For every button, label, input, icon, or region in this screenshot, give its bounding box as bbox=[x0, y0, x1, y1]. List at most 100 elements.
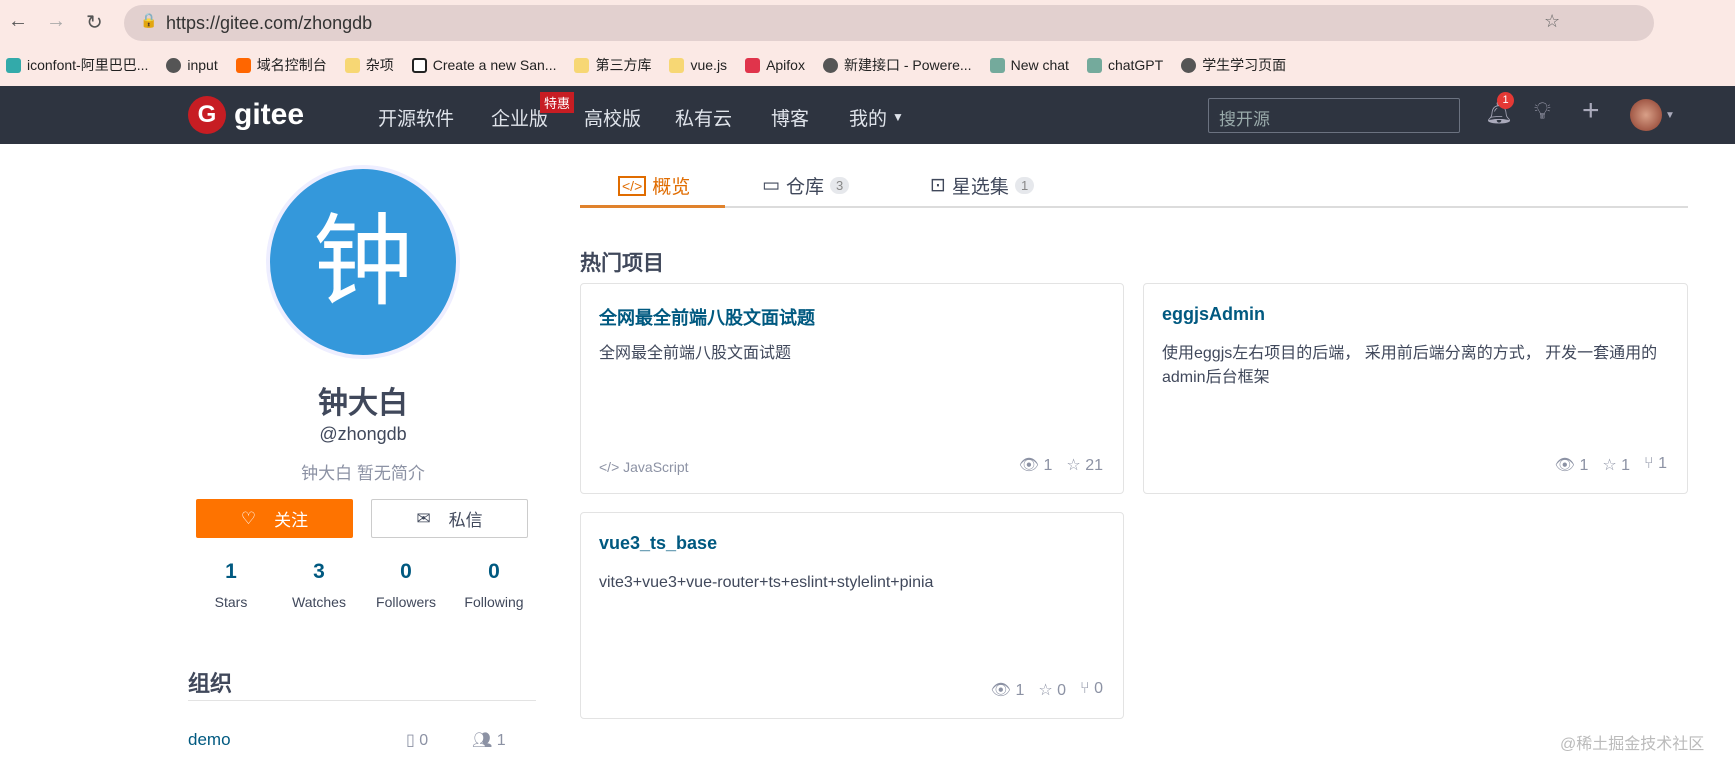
stat-label: Stars bbox=[214, 594, 248, 610]
lightbulb-icon[interactable]: 💡︎ bbox=[1534, 98, 1551, 126]
stat-watches[interactable]: 3 Watches bbox=[274, 560, 364, 610]
lock-icon: 🔒 bbox=[140, 12, 158, 28]
bookmark-label: iconfont-阿里巴巴... bbox=[27, 57, 149, 73]
follow-button[interactable]: ♡ 关注 bbox=[196, 499, 353, 538]
bookmark[interactable]: 域名控制台 bbox=[235, 55, 327, 75]
bookmark-label: 第三方库 bbox=[595, 57, 652, 73]
language-label: JavaScript bbox=[623, 459, 689, 475]
tab-collections[interactable]: ⊡ 星选集 1 bbox=[930, 172, 1035, 199]
bookmark[interactable]: iconfont-阿里巴巴... bbox=[6, 55, 148, 75]
tab-label: 仓库 bbox=[785, 177, 824, 198]
chevron-down-icon: ▼ bbox=[1665, 110, 1675, 121]
stat-value: 0 bbox=[488, 560, 500, 583]
gitee-logo-icon: G bbox=[188, 96, 226, 134]
project-title[interactable]: 全网最全前端八股文面试题 bbox=[599, 304, 815, 330]
bookmark-label: vue.js bbox=[690, 57, 728, 73]
profile-avatar: 钟 bbox=[266, 165, 460, 359]
tab-repos[interactable]: ▭ 仓库 3 bbox=[762, 172, 850, 199]
folder-icon bbox=[574, 57, 590, 73]
apifox-icon bbox=[745, 57, 761, 73]
divider bbox=[188, 700, 536, 701]
url-text: https://gitee.com/zhongdb bbox=[166, 13, 373, 33]
globe-icon bbox=[822, 57, 838, 73]
fork-count: ⑂ 1 bbox=[1644, 455, 1667, 472]
bookmark-icon bbox=[235, 57, 251, 73]
project-language: </> JavaScript bbox=[599, 459, 689, 475]
globe-icon bbox=[166, 57, 182, 73]
watermark: @稀土掘金技术社区 bbox=[1560, 736, 1705, 753]
project-desc: 使用eggjs左右项目的后端， 采用前后端分离的方式， 开发一套通用的admin… bbox=[1162, 345, 1658, 386]
plus-icon[interactable]: + bbox=[1582, 94, 1600, 128]
bookmark-label: 域名控制台 bbox=[256, 57, 327, 73]
stat-stars[interactable]: 1 Stars bbox=[186, 560, 276, 610]
fork-value: 0 bbox=[1094, 680, 1103, 697]
nav-mine[interactable]: 我的 bbox=[849, 104, 887, 131]
message-label: 私信 bbox=[448, 511, 483, 530]
watch-value: 1 bbox=[1015, 682, 1025, 699]
user-avatar[interactable] bbox=[1630, 99, 1662, 131]
bookmark[interactable]: input bbox=[166, 57, 218, 73]
bookmark[interactable]: vue.js bbox=[669, 57, 727, 73]
back-icon[interactable]: ← bbox=[8, 10, 28, 33]
bookmark[interactable]: 第三方库 bbox=[574, 55, 651, 75]
project-title[interactable]: vue3_ts_base bbox=[599, 533, 717, 554]
org-heading: 组织 bbox=[188, 671, 233, 696]
search-input[interactable]: 搜开源 bbox=[1208, 98, 1460, 133]
profile-bio: 钟大白 暂无简介 bbox=[301, 464, 425, 483]
star-count: ☆ 0 bbox=[1038, 682, 1067, 699]
profile-username: @zhongdb bbox=[319, 424, 407, 444]
bookmark[interactable]: New chat bbox=[989, 57, 1069, 73]
code-window-icon: </> bbox=[618, 175, 647, 196]
browser-chrome: ← → ↻ 🔒 https://gitee.com/zhongdb ☆ icon… bbox=[0, 0, 1735, 86]
nav-education[interactable]: 高校版 bbox=[584, 104, 641, 131]
bookmark[interactable]: 杂项 bbox=[344, 55, 394, 75]
project-desc: vite3+vue3+vue-router+ts+eslint+stylelin… bbox=[599, 574, 934, 591]
tab-label: 概览 bbox=[652, 177, 691, 198]
watch-count: 👁︎ 1 bbox=[1018, 457, 1053, 474]
star-icon[interactable]: ☆ bbox=[1544, 11, 1560, 32]
stat-value: 1 bbox=[225, 560, 237, 583]
chevron-down-icon: ▼ bbox=[892, 110, 904, 124]
watch-value: 1 bbox=[1043, 457, 1053, 474]
bookmark[interactable]: Apifox bbox=[745, 57, 805, 73]
message-button[interactable]: ✉ 私信 bbox=[371, 499, 528, 538]
gitee-logo[interactable]: G gitee bbox=[188, 96, 304, 134]
watch-count: 👁︎ 1 bbox=[990, 682, 1025, 699]
section-title: 热门项目 bbox=[580, 252, 664, 275]
gitee-navbar: G gitee 开源软件 企业版 特惠 高校版 私有云 博客 我的 ▼ 搜开源 … bbox=[0, 86, 1735, 144]
forward-icon[interactable]: → bbox=[46, 10, 66, 33]
org-members-count: 1 bbox=[496, 732, 506, 749]
stat-value: 3 bbox=[313, 560, 325, 583]
stat-label: Following bbox=[464, 594, 524, 610]
stat-followers[interactable]: 0 Followers bbox=[361, 560, 451, 610]
users-icon: 👥︎ bbox=[472, 732, 497, 749]
project-title[interactable]: eggjsAdmin bbox=[1162, 304, 1265, 325]
bookmark[interactable]: 新建接口 - Powere... bbox=[822, 55, 972, 75]
bookmark[interactable]: 学生学习页面 bbox=[1181, 55, 1286, 75]
star-value: 21 bbox=[1085, 457, 1103, 474]
org-link[interactable]: demo bbox=[188, 730, 231, 750]
bookmark[interactable]: Create a new San... bbox=[411, 57, 556, 73]
project-card[interactable]: eggjsAdmin 使用eggjs左右项目的后端， 采用前后端分离的方式， 开… bbox=[1143, 283, 1688, 494]
reload-icon[interactable]: ↻ bbox=[86, 10, 103, 35]
folder-icon bbox=[669, 57, 685, 73]
tab-overview[interactable]: </> 概览 bbox=[618, 172, 690, 199]
bookmark[interactable]: chatGPT bbox=[1086, 57, 1163, 73]
project-card[interactable]: vue3_ts_base vite3+vue3+vue-router+ts+es… bbox=[580, 512, 1124, 719]
star-box-icon: ⊡ bbox=[930, 175, 946, 196]
stat-following[interactable]: 0 Following bbox=[449, 560, 539, 610]
nav-open-source[interactable]: 开源软件 bbox=[378, 104, 454, 131]
address-bar[interactable]: 🔒 https://gitee.com/zhongdb ☆ bbox=[124, 5, 1654, 41]
logo-text: gitee bbox=[234, 98, 305, 131]
project-card[interactable]: 全网最全前端八股文面试题 全网最全前端八股文面试题 </> JavaScript… bbox=[580, 283, 1124, 494]
org-repos-count: 0 bbox=[419, 732, 429, 749]
tab-label: 星选集 bbox=[951, 177, 1009, 198]
nav-blog[interactable]: 博客 bbox=[771, 104, 809, 131]
bookmark-label: 杂项 bbox=[365, 57, 394, 73]
project-meta: 👁︎ 1 ☆ 0 ⑂ 0 bbox=[991, 680, 1103, 700]
star-count: ☆ 21 bbox=[1066, 457, 1103, 474]
bookmark-label: 学生学习页面 bbox=[1202, 57, 1287, 73]
watch-value: 1 bbox=[1579, 457, 1589, 474]
nav-private-cloud[interactable]: 私有云 bbox=[675, 104, 732, 131]
bookmarks-bar: iconfont-阿里巴巴... input 域名控制台 杂项 Create a… bbox=[0, 52, 1286, 78]
